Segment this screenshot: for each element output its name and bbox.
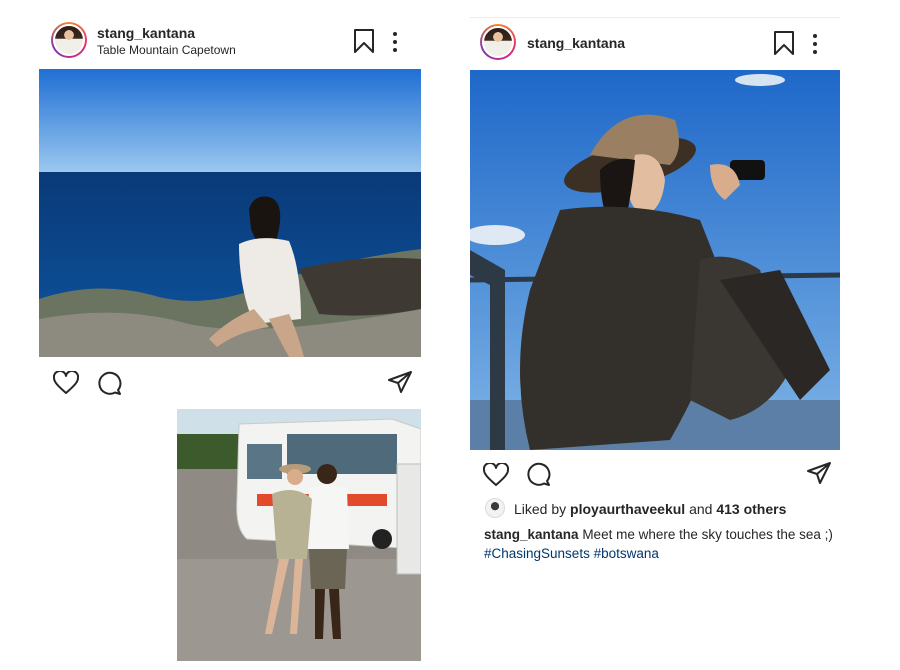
post-photo-image — [470, 70, 840, 450]
comment-icon[interactable] — [526, 462, 551, 487]
bookmark-icon[interactable] — [773, 30, 795, 56]
share-icon[interactable] — [387, 370, 413, 394]
liked-by-and: and — [689, 501, 713, 517]
liked-by-user[interactable]: ployaurthaveekul — [570, 501, 685, 517]
liked-by-prefix: Liked by — [514, 501, 567, 517]
bookmark-icon[interactable] — [353, 28, 375, 54]
post-caption: stang_kantana Meet me where the sky touc… — [484, 525, 834, 563]
post-username[interactable]: stang_kantana — [527, 35, 625, 51]
post-photo[interactable] — [470, 70, 840, 450]
caption-text: Meet me where the sky touches the sea ;) — [582, 527, 833, 542]
hashtag-link[interactable]: #botswana — [594, 546, 659, 561]
post-photo-image — [39, 69, 421, 357]
avatar-photo — [482, 26, 514, 58]
hashtag-link[interactable]: #ChasingSunsets — [484, 546, 590, 561]
liked-by-line: Liked by ployaurthaveekul and 413 others — [514, 500, 786, 519]
more-options-icon[interactable] — [391, 31, 399, 53]
comment-icon[interactable] — [97, 371, 122, 396]
more-options-icon[interactable] — [811, 33, 819, 55]
heart-icon[interactable] — [483, 463, 509, 487]
liked-by-others[interactable]: 413 others — [716, 501, 786, 517]
caption-username[interactable]: stang_kantana — [484, 527, 579, 542]
bus-photo[interactable] — [177, 409, 421, 661]
avatar[interactable] — [51, 22, 87, 58]
top-divider — [470, 17, 840, 18]
heart-icon[interactable] — [53, 371, 79, 395]
post-photo[interactable] — [39, 69, 421, 357]
post-location[interactable]: Table Mountain Capetown — [97, 43, 236, 57]
liker-avatar[interactable] — [485, 498, 505, 518]
avatar[interactable] — [480, 24, 516, 60]
avatar-photo — [53, 24, 85, 56]
share-icon[interactable] — [806, 461, 832, 485]
post-username[interactable]: stang_kantana — [97, 25, 195, 41]
bus-photo-image — [177, 409, 421, 661]
post-right: stang_kantana Liked by ployaurthaveekul … — [470, 0, 840, 670]
